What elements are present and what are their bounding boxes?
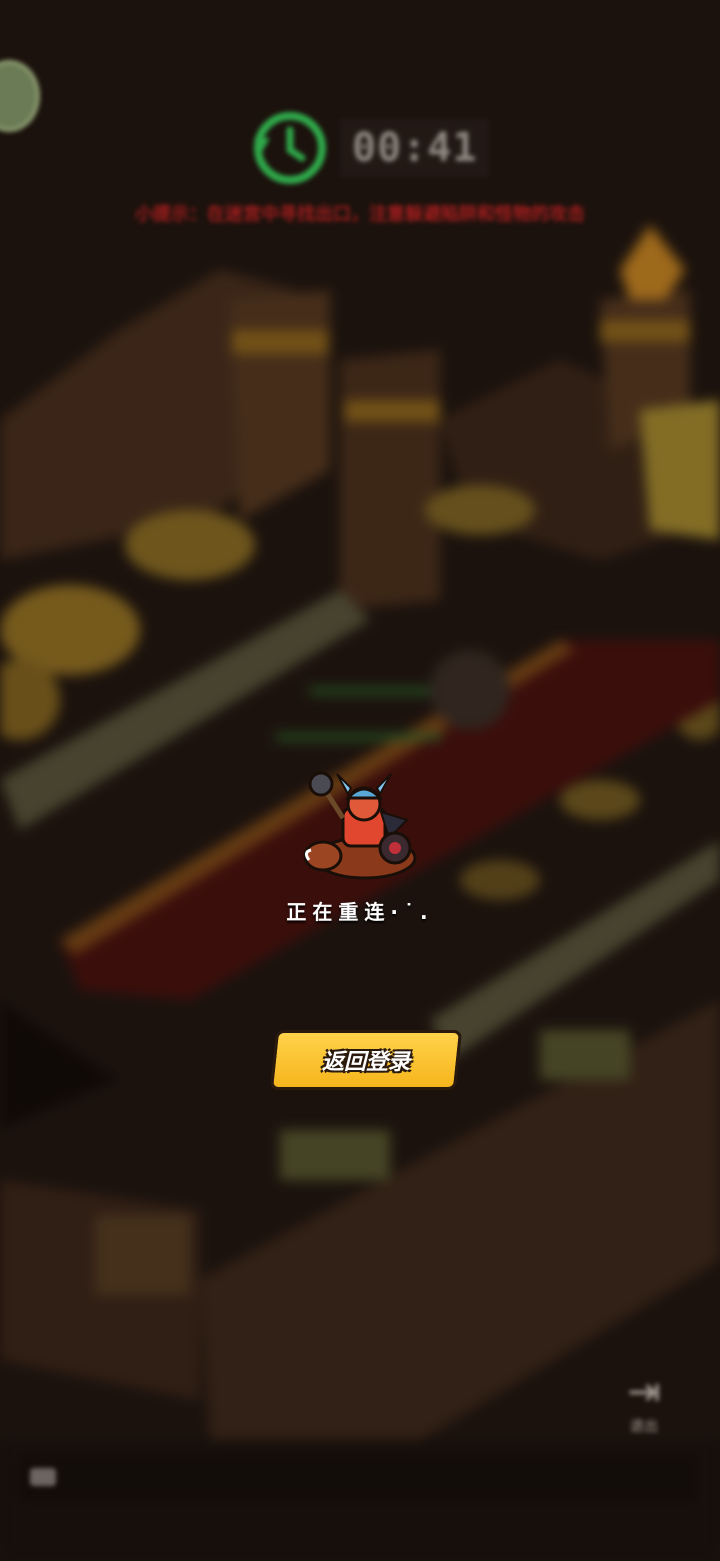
reconnecting-status: 正在重连·˙. xyxy=(286,900,434,924)
exit-door-icon: ⇥ xyxy=(627,1369,661,1415)
round-timer: 00:41 xyxy=(250,108,490,188)
hint-text: 小提示：在迷宫中寻找出口，注意躲避陷阱和怪物的攻击 xyxy=(135,204,585,225)
chat-icon xyxy=(30,1468,56,1486)
exit-label: 退出 xyxy=(630,1419,658,1435)
reconnect-overlay: 正在重连·˙. xyxy=(0,760,720,925)
exit-button[interactable]: ⇥ 退出 xyxy=(612,1368,676,1450)
return-to-login-button[interactable]: 返回登录 xyxy=(269,1030,463,1090)
game-screen: 00:41 小提示：在迷宫中寻找出口，注意躲避陷阱和怪物的攻击 ⇥ 退出 正在重… xyxy=(0,0,720,1561)
timer-text: 00:41 xyxy=(340,119,490,177)
return-to-login-label: 返回登录 xyxy=(321,1050,410,1075)
viking-boar-mascot-icon xyxy=(303,771,417,880)
clock-icon xyxy=(254,112,326,184)
chat-bar[interactable] xyxy=(20,1456,696,1500)
